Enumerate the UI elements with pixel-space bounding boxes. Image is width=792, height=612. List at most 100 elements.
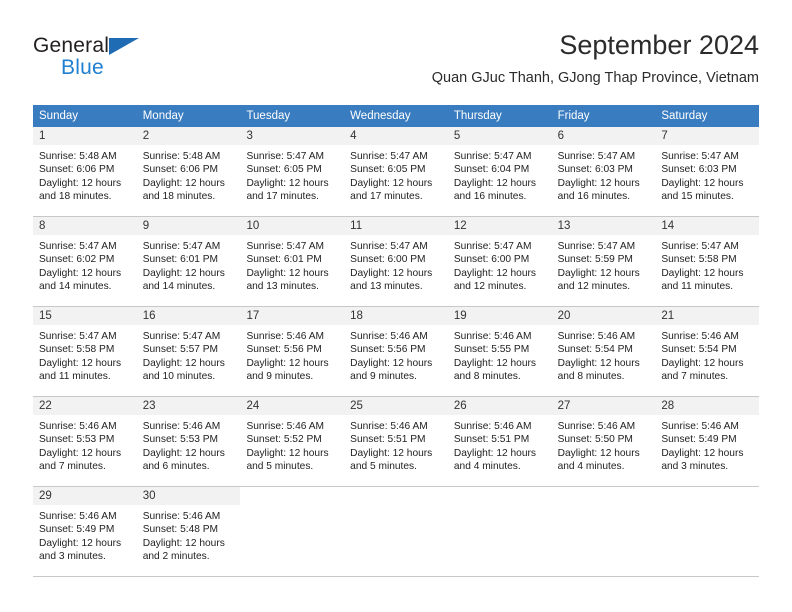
day-number-bar xyxy=(344,487,448,505)
page-title: September 2024 xyxy=(559,30,759,60)
day-cell-empty xyxy=(655,487,760,576)
day-number: 14 xyxy=(661,220,675,232)
sunrise-text: Sunrise: 5:46 AM xyxy=(246,421,325,432)
day-cell[interactable]: 3 Sunrise: 5:47 AM Sunset: 6:05 PM Dayli… xyxy=(240,127,345,216)
sunrise-text: Sunrise: 5:47 AM xyxy=(142,241,221,252)
sunrise-text: Sunrise: 5:47 AM xyxy=(350,151,428,162)
day-cell[interactable]: 12 Sunrise: 5:47 AM Sunset: 6:00 PM Dayl… xyxy=(447,217,552,306)
sunrise-text: Sunrise: 5:48 AM xyxy=(39,151,117,162)
day-cell[interactable]: 7 Sunrise: 5:47 AM Sunset: 6:03 PM Dayli… xyxy=(655,127,760,216)
day-cell[interactable]: 28 Sunrise: 5:46 AM Sunset: 5:49 PM Dayl… xyxy=(655,397,760,486)
day-cell[interactable]: 18 Sunrise: 5:46 AM Sunset: 5:56 PM Dayl… xyxy=(344,307,448,396)
day-number: 29 xyxy=(39,490,52,502)
daylight-text-line2: and 11 minutes. xyxy=(661,281,734,293)
daylight-text-line2: and 18 minutes. xyxy=(39,191,112,203)
day-cell[interactable]: 16 Sunrise: 5:47 AM Sunset: 5:57 PM Dayl… xyxy=(136,307,241,396)
daylight-text-line1: Daylight: 12 hours xyxy=(246,267,329,279)
day-cell[interactable]: 14 Sunrise: 5:47 AM Sunset: 5:58 PM Dayl… xyxy=(655,217,760,306)
day-cell[interactable]: 8 Sunrise: 5:47 AM Sunset: 6:02 PM Dayli… xyxy=(33,217,137,306)
day-cell[interactable]: 21 Sunrise: 5:46 AM Sunset: 5:54 PM Dayl… xyxy=(655,307,760,396)
day-cell[interactable]: 5 Sunrise: 5:47 AM Sunset: 6:04 PM Dayli… xyxy=(447,127,552,216)
page-header: General Blue September 2024 Quan GJuc Th… xyxy=(33,28,759,98)
sunset-text: Sunset: 5:56 PM xyxy=(246,344,322,356)
sunset-text: Sunset: 6:04 PM xyxy=(453,164,530,176)
sunrise-text: Sunrise: 5:47 AM xyxy=(661,151,739,162)
weekday-header-tuesday: Tuesday xyxy=(246,110,291,122)
day-cell[interactable]: 11 Sunrise: 5:47 AM Sunset: 6:00 PM Dayl… xyxy=(344,217,448,306)
day-cell[interactable]: 17 Sunrise: 5:46 AM Sunset: 5:56 PM Dayl… xyxy=(240,307,345,396)
day-number-bar xyxy=(655,487,760,505)
day-cell[interactable]: 10 Sunrise: 5:47 AM Sunset: 6:01 PM Dayl… xyxy=(240,217,345,306)
day-cell[interactable]: 24 Sunrise: 5:46 AM Sunset: 5:52 PM Dayl… xyxy=(240,397,345,486)
daylight-text-line2: and 8 minutes. xyxy=(557,371,625,383)
day-cell[interactable]: 2 Sunrise: 5:48 AM Sunset: 6:06 PM Dayli… xyxy=(136,127,241,216)
sunrise-text: Sunrise: 5:46 AM xyxy=(557,421,636,432)
day-number-bar: 6 xyxy=(551,127,656,145)
day-cell[interactable]: 22 Sunrise: 5:46 AM Sunset: 5:53 PM Dayl… xyxy=(33,397,137,486)
daylight-text-line2: and 14 minutes. xyxy=(142,281,216,293)
weekday-header-sunday: Sunday xyxy=(39,110,79,122)
day-cell[interactable]: 26 Sunrise: 5:46 AM Sunset: 5:51 PM Dayl… xyxy=(447,397,552,486)
day-cell[interactable]: 20 Sunrise: 5:46 AM Sunset: 5:54 PM Dayl… xyxy=(551,307,656,396)
day-details: Sunrise: 5:46 AM Sunset: 5:53 PM Dayligh… xyxy=(137,415,241,474)
day-cell[interactable]: 30 Sunrise: 5:46 AM Sunset: 5:48 PM Dayl… xyxy=(136,487,241,576)
sunset-text: Sunset: 5:58 PM xyxy=(661,254,737,266)
day-details: Sunrise: 5:46 AM Sunset: 5:53 PM Dayligh… xyxy=(33,415,137,474)
daylight-text-line1: Daylight: 12 hours xyxy=(661,447,744,459)
day-cell[interactable]: 4 Sunrise: 5:47 AM Sunset: 6:05 PM Dayli… xyxy=(344,127,448,216)
sunrise-text: Sunrise: 5:46 AM xyxy=(350,421,428,432)
day-cell[interactable]: 23 Sunrise: 5:46 AM Sunset: 5:53 PM Dayl… xyxy=(136,397,241,486)
day-details: Sunrise: 5:46 AM Sunset: 5:54 PM Dayligh… xyxy=(552,325,656,384)
day-number: 28 xyxy=(661,400,675,412)
day-cell[interactable]: 13 Sunrise: 5:47 AM Sunset: 5:59 PM Dayl… xyxy=(551,217,656,306)
day-cell[interactable]: 29 Sunrise: 5:46 AM Sunset: 5:49 PM Dayl… xyxy=(33,487,137,576)
day-number: 9 xyxy=(142,220,150,232)
daylight-text-line2: and 12 minutes. xyxy=(557,281,631,293)
day-number: 15 xyxy=(39,310,52,322)
day-number: 5 xyxy=(453,130,461,142)
sunrise-text: Sunrise: 5:47 AM xyxy=(246,151,325,162)
day-number-bar: 30 xyxy=(136,487,241,505)
day-number-bar: 27 xyxy=(551,397,656,415)
day-number: 20 xyxy=(557,310,571,322)
day-cell-empty xyxy=(240,487,345,576)
day-details: Sunrise: 5:47 AM Sunset: 5:58 PM Dayligh… xyxy=(655,235,759,294)
day-details: Sunrise: 5:46 AM Sunset: 5:50 PM Dayligh… xyxy=(552,415,656,474)
day-number: 18 xyxy=(350,310,363,322)
sunset-text: Sunset: 6:06 PM xyxy=(142,164,219,176)
daylight-text-line1: Daylight: 12 hours xyxy=(246,177,329,189)
sunrise-text: Sunrise: 5:46 AM xyxy=(39,511,117,522)
day-cell[interactable]: 19 Sunrise: 5:46 AM Sunset: 5:55 PM Dayl… xyxy=(447,307,552,396)
sunset-text: Sunset: 6:01 PM xyxy=(142,254,219,266)
day-cell[interactable]: 1 Sunrise: 5:48 AM Sunset: 6:06 PM Dayli… xyxy=(33,127,137,216)
sunrise-text: Sunrise: 5:47 AM xyxy=(246,241,325,252)
sunset-text: Sunset: 6:05 PM xyxy=(246,164,322,176)
day-cell[interactable]: 9 Sunrise: 5:47 AM Sunset: 6:01 PM Dayli… xyxy=(136,217,241,306)
calendar-page: General Blue September 2024 Quan GJuc Th… xyxy=(0,0,792,612)
sunrise-text: Sunrise: 5:46 AM xyxy=(557,331,636,342)
daylight-text-line1: Daylight: 12 hours xyxy=(39,357,122,369)
daylight-text-line2: and 4 minutes. xyxy=(453,461,521,473)
day-number: 2 xyxy=(142,130,150,142)
day-details: Sunrise: 5:47 AM Sunset: 6:00 PM Dayligh… xyxy=(344,235,448,294)
weekday-header-monday: Monday xyxy=(142,110,184,122)
sunset-text: Sunset: 5:53 PM xyxy=(142,434,219,446)
day-details: Sunrise: 5:47 AM Sunset: 5:59 PM Dayligh… xyxy=(552,235,656,294)
day-number: 8 xyxy=(39,220,46,232)
day-cell[interactable]: 25 Sunrise: 5:46 AM Sunset: 5:51 PM Dayl… xyxy=(344,397,448,486)
calendar-grid: Sunday Monday Tuesday Wednesday Thursday… xyxy=(33,105,760,577)
daylight-text-line2: and 9 minutes. xyxy=(350,371,417,383)
day-number-bar: 11 xyxy=(344,217,448,235)
sunrise-text: Sunrise: 5:47 AM xyxy=(557,151,636,162)
daylight-text-line1: Daylight: 12 hours xyxy=(453,447,536,459)
day-cell[interactable]: 27 Sunrise: 5:46 AM Sunset: 5:50 PM Dayl… xyxy=(551,397,656,486)
day-cell[interactable]: 15 Sunrise: 5:47 AM Sunset: 5:58 PM Dayl… xyxy=(33,307,137,396)
day-number-bar: 9 xyxy=(136,217,241,235)
daylight-text-line2: and 5 minutes. xyxy=(350,461,417,473)
day-cell[interactable]: 6 Sunrise: 5:47 AM Sunset: 6:03 PM Dayli… xyxy=(551,127,656,216)
daylight-text-line2: and 2 minutes. xyxy=(142,551,210,563)
day-details: Sunrise: 5:47 AM Sunset: 6:01 PM Dayligh… xyxy=(137,235,241,294)
weekday-header-friday: Friday xyxy=(557,110,590,122)
daylight-text-line2: and 8 minutes. xyxy=(453,371,521,383)
day-details: Sunrise: 5:47 AM Sunset: 6:01 PM Dayligh… xyxy=(240,235,344,294)
